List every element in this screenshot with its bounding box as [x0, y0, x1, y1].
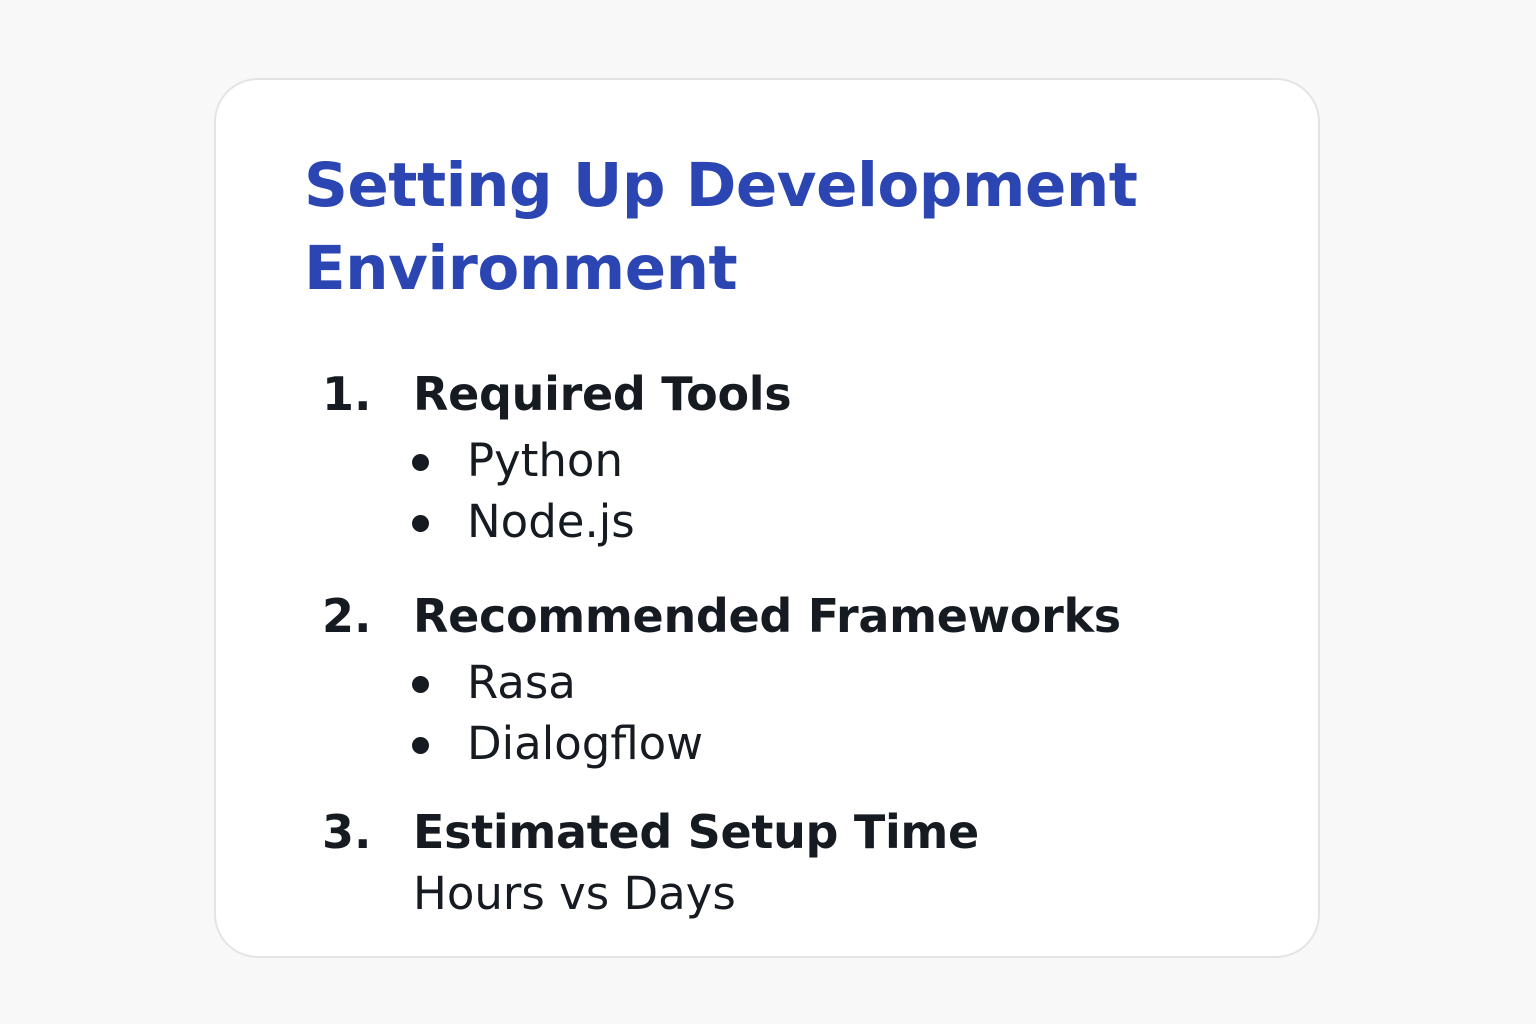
list-item: Python	[412, 430, 635, 491]
list-item: Dialogflow	[412, 713, 703, 774]
section-note: Hours vs Days	[413, 867, 736, 920]
section-heading: Estimated Setup Time	[413, 805, 979, 859]
list-item-label: Python	[467, 434, 623, 487]
bullet-dot-icon	[412, 454, 429, 471]
section-number: 1.	[322, 367, 372, 421]
content-card: Setting Up Development Environment 1. Re…	[214, 78, 1320, 958]
bullet-dot-icon	[412, 676, 429, 693]
list-item-label: Rasa	[467, 656, 576, 709]
bullet-dot-icon	[412, 737, 429, 754]
section-heading: Recommended Frameworks	[413, 589, 1121, 643]
section-number: 3.	[322, 805, 372, 859]
list-item: Rasa	[412, 652, 703, 713]
bullet-list: Rasa Dialogflow	[412, 652, 703, 774]
bullet-dot-icon	[412, 515, 429, 532]
page-title: Setting Up Development Environment	[304, 150, 1138, 304]
list-item-label: Dialogflow	[467, 717, 704, 770]
section-heading: Required Tools	[413, 367, 792, 421]
bullet-list: Python Node.js	[412, 430, 635, 552]
list-item-label: Node.js	[467, 495, 635, 548]
list-item: Node.js	[412, 491, 635, 552]
section-number: 2.	[322, 589, 372, 643]
